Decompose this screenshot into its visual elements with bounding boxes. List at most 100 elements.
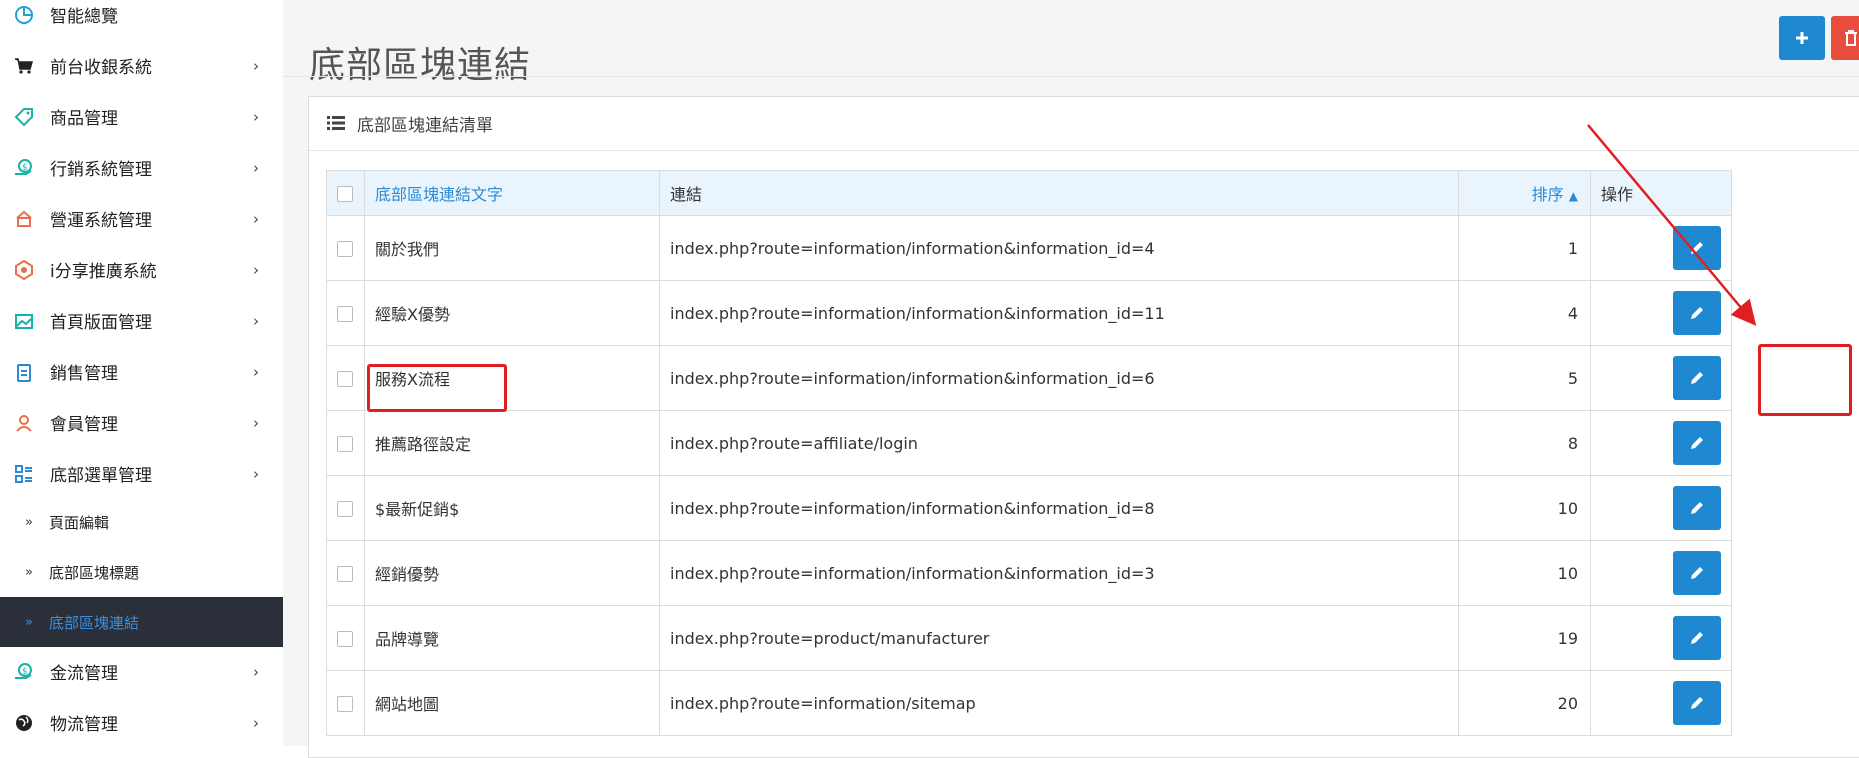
row-sort: 4: [1458, 280, 1591, 346]
row-select-cell: [326, 540, 365, 606]
row-select-cell: [326, 410, 365, 476]
sidebar-item-label: i分享推廣系統: [50, 262, 157, 282]
column-header-text[interactable]: 底部區塊連結文字: [364, 170, 660, 216]
row-text: 網站地圖: [364, 670, 660, 736]
chevron-right-icon: ›: [253, 362, 259, 381]
pencil-icon: [1691, 632, 1703, 644]
edit-button[interactable]: [1673, 291, 1721, 335]
sidebar-item-label: 銷售管理: [50, 364, 118, 384]
user-icon: [14, 413, 34, 433]
add-button[interactable]: [1779, 16, 1825, 60]
table-row: 推薦路徑設定 index.php?route=affiliate/login 8: [326, 410, 1732, 476]
row-checkbox[interactable]: [337, 241, 353, 257]
page-title: 底部區塊連結: [309, 45, 532, 87]
row-checkbox[interactable]: [337, 631, 353, 647]
row-sort: 8: [1458, 410, 1591, 476]
pencil-icon: [1691, 437, 1703, 449]
sidebar-item-footer-menu[interactable]: 底部選單管理 ›: [0, 448, 283, 499]
pencil-icon: [1691, 502, 1703, 514]
select-all-header: [326, 170, 365, 216]
row-link: index.php?route=information/information&…: [659, 280, 1459, 346]
main-content: 底部區塊連結 底部區塊連結清單 底部區塊連結文字 連結 排序 ▲ 操作 關於我們…: [283, 0, 1859, 758]
row-link: index.php?route=information/information&…: [659, 215, 1459, 281]
row-actions: [1590, 215, 1732, 281]
edit-button[interactable]: [1673, 226, 1721, 270]
image-icon: [14, 311, 34, 331]
row-sort: 19: [1458, 605, 1591, 671]
sidebar-item-sales[interactable]: 銷售管理 ›: [0, 346, 283, 397]
money-hand-icon: $: [14, 158, 34, 178]
sidebar-item-ishare[interactable]: i分享推廣系統 ›: [0, 244, 283, 295]
row-link: index.php?route=product/manufacturer: [659, 605, 1459, 671]
sidebar-item-marketing[interactable]: $ 行銷系統管理 ›: [0, 142, 283, 193]
delete-button[interactable]: [1831, 16, 1859, 60]
row-checkbox[interactable]: [337, 566, 353, 582]
highlight-box-row-text: [367, 364, 507, 412]
sidebar-item-label: 金流管理: [50, 664, 118, 684]
row-checkbox[interactable]: [337, 371, 353, 387]
row-actions: [1590, 345, 1732, 411]
highlight-box-edit-button: [1758, 344, 1852, 416]
row-link: index.php?route=affiliate/login: [659, 410, 1459, 476]
row-checkbox[interactable]: [337, 436, 353, 452]
chevron-right-icon: ›: [253, 260, 259, 279]
row-select-cell: [326, 670, 365, 736]
pencil-icon: [1691, 242, 1703, 254]
chevron-right-icon: ›: [253, 713, 259, 732]
sidebar-item-label: 會員管理: [50, 415, 118, 435]
sidebar-subitem-label: 底部區塊連結: [49, 613, 140, 632]
header-divider: [283, 76, 1859, 77]
clipboard-icon: [14, 362, 34, 382]
sidebar-item-members[interactable]: 會員管理 ›: [0, 397, 283, 448]
sidebar-subitem-page-edit[interactable]: » 頁面編輯: [0, 497, 283, 547]
sidebar-item-homepage[interactable]: 首頁版面管理 ›: [0, 295, 283, 346]
sidebar-subitem-block-title[interactable]: » 底部區塊標題: [0, 547, 283, 597]
pencil-icon: [1691, 307, 1703, 319]
sidebar-item-products[interactable]: 商品管理 ›: [0, 91, 283, 142]
chevron-right-icon: ›: [253, 107, 259, 126]
row-link: index.php?route=information/information&…: [659, 475, 1459, 541]
edit-button[interactable]: [1673, 421, 1721, 465]
trash-icon: [1845, 30, 1857, 46]
chevron-right-icon: ›: [253, 464, 259, 483]
edit-button[interactable]: [1673, 681, 1721, 725]
sidebar-item-label: 商品管理: [50, 109, 118, 129]
chevron-right-icon: ›: [253, 56, 259, 75]
sidebar-item-overview[interactable]: 智能總覽: [0, 0, 283, 40]
row-text: $最新促銷$: [364, 475, 660, 541]
table-row: 品牌導覽 index.php?route=product/manufacturer…: [326, 605, 1732, 671]
row-checkbox[interactable]: [337, 501, 353, 517]
sidebar-item-operations[interactable]: 營運系統管理 ›: [0, 193, 283, 244]
row-select-cell: [326, 605, 365, 671]
chevron-right-icon: ›: [253, 158, 259, 177]
edit-button[interactable]: [1673, 356, 1721, 400]
row-select-cell: [326, 345, 365, 411]
sidebar-item-label: 首頁版面管理: [50, 313, 152, 333]
sidebar-item-logistics[interactable]: 物流管理 ›: [0, 697, 283, 748]
row-link: index.php?route=information/sitemap: [659, 670, 1459, 736]
row-sort: 1: [1458, 215, 1591, 281]
row-checkbox[interactable]: [337, 696, 353, 712]
row-actions: [1590, 280, 1732, 346]
sidebar-item-label: 行銷系統管理: [50, 160, 152, 180]
pencil-icon: [1691, 697, 1703, 709]
row-select-cell: [326, 280, 365, 346]
table-row: 網站地圖 index.php?route=information/sitemap 2…: [326, 670, 1732, 736]
column-header-link: 連結: [659, 170, 1459, 216]
edit-button[interactable]: [1673, 616, 1721, 660]
row-checkbox[interactable]: [337, 306, 353, 322]
table-header-row: 底部區塊連結文字 連結 排序 ▲ 操作: [326, 170, 1732, 216]
column-header-sort[interactable]: 排序 ▲: [1458, 170, 1591, 216]
tag-icon: [14, 107, 34, 127]
sidebar-item-pos[interactable]: 前台收銀系統 ›: [0, 40, 283, 91]
select-all-checkbox[interactable]: [337, 186, 353, 202]
table-row: $最新促銷$ index.php?route=information/inform…: [326, 475, 1732, 541]
table-row: 經驗X優勢 index.php?route=information/informa…: [326, 280, 1732, 346]
money-hand-icon: $: [14, 662, 34, 682]
sidebar-item-payment[interactable]: $ 金流管理 ›: [0, 646, 283, 697]
edit-button[interactable]: [1673, 551, 1721, 595]
row-sort: 10: [1458, 475, 1591, 541]
svg-text:$: $: [22, 163, 28, 173]
edit-button[interactable]: [1673, 486, 1721, 530]
sidebar-subitem-block-link[interactable]: » 底部區塊連結: [0, 597, 283, 647]
